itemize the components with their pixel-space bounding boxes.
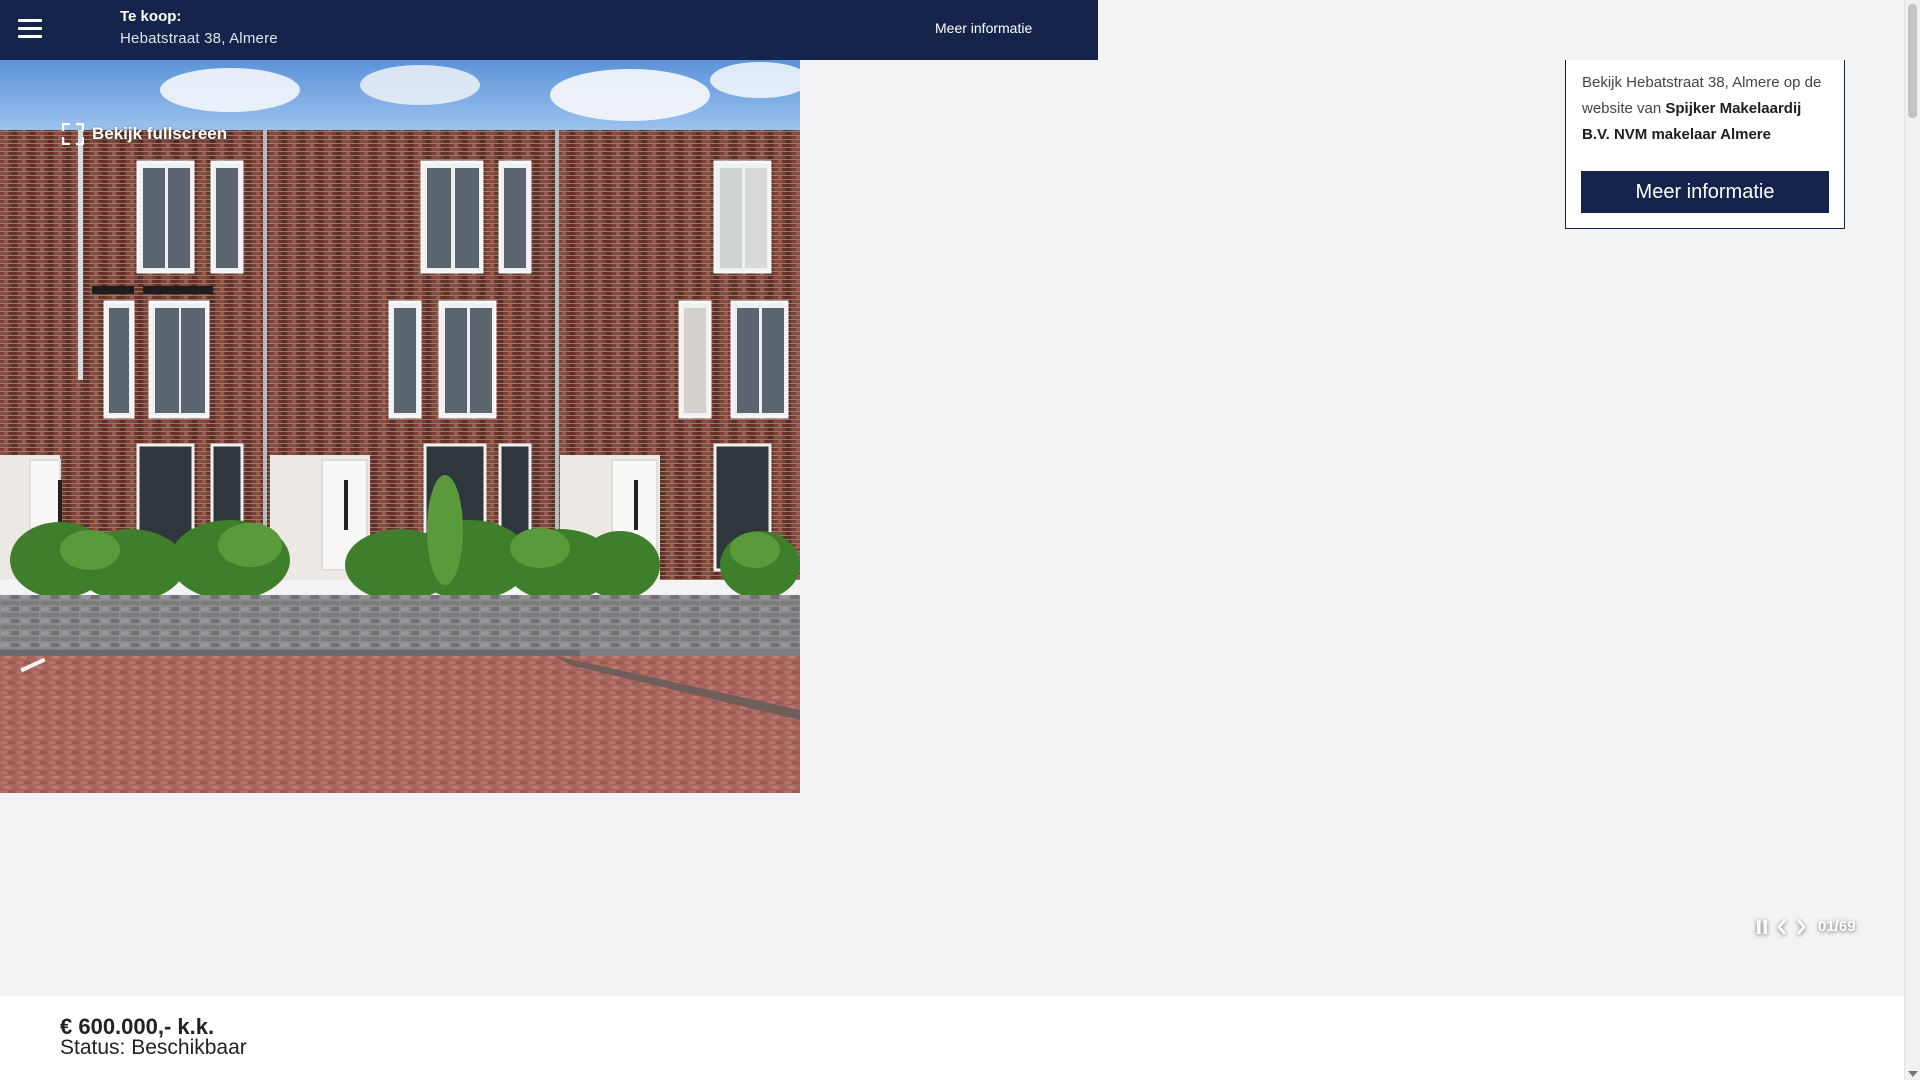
more-info-button[interactable]: Meer informatie xyxy=(1581,171,1829,213)
pause-button[interactable] xyxy=(1756,919,1776,934)
slide-counter: 01/69 xyxy=(1818,918,1856,935)
agency-info-card: Bekijk Hebatstraat 38, Almere op de webs… xyxy=(1565,60,1845,229)
top-header-bar: Te koop: Hebatstraat 38, Almere Meer inf… xyxy=(0,0,1098,60)
fullscreen-icon xyxy=(62,123,84,145)
listing-type-label: Te koop: xyxy=(120,8,182,25)
fullscreen-button[interactable]: Bekijk fullscreen xyxy=(62,123,227,145)
page-scrollbar[interactable] xyxy=(1904,0,1920,1080)
price-strip: € 600.000,- k.k. Status: Beschikbaar xyxy=(0,996,1904,1080)
header-more-info-link[interactable]: Meer informatie xyxy=(935,20,1032,36)
chevron-left-icon xyxy=(1777,918,1786,935)
next-slide-button[interactable] xyxy=(1795,918,1814,935)
chevron-right-icon xyxy=(1797,918,1806,935)
agency-info-text: Bekijk Hebatstraat 38, Almere op de webs… xyxy=(1582,70,1832,148)
header-address: Hebatstraat 38, Almere xyxy=(120,30,278,47)
scroll-down-arrow-icon[interactable] xyxy=(1908,1071,1918,1077)
property-photo[interactable] xyxy=(0,60,800,793)
fullscreen-label: Bekijk fullscreen xyxy=(92,124,228,143)
hamburger-menu-icon[interactable] xyxy=(18,19,42,41)
scrollbar-thumb[interactable] xyxy=(1908,4,1917,118)
slideshow-controls: 01/69 xyxy=(1756,918,1856,935)
previous-slide-button[interactable] xyxy=(1776,918,1795,935)
listing-status: Status: Beschikbaar xyxy=(60,1036,247,1059)
pause-icon xyxy=(1757,919,1767,934)
